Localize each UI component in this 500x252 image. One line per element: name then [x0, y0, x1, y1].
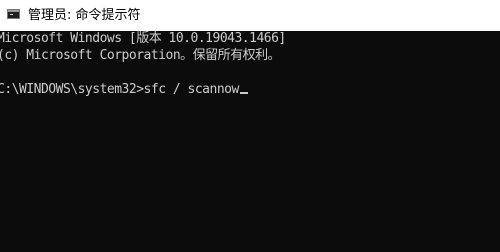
console-output[interactable]: Microsoft Windows [版本 10.0.19043.1466] (… — [0, 31, 500, 252]
window-title: 管理员: 命令提示符 — [28, 8, 141, 23]
console-prompt: C:\WINDOWS\system32> — [0, 82, 144, 97]
cmd-icon — [7, 9, 20, 19]
console-line-version: Microsoft Windows [版本 10.0.19043.1466] — [0, 31, 286, 46]
title-bar[interactable]: 管理员: 命令提示符 — [0, 0, 500, 31]
command-input[interactable]: sfc / scannow — [144, 82, 240, 97]
command-prompt-window: 管理员: 命令提示符 Microsoft Windows [版本 10.0.19… — [0, 0, 500, 252]
console-line-copyright: (c) Microsoft Corporation。保留所有权利。 — [0, 48, 281, 63]
text-cursor — [239, 92, 248, 94]
command-line[interactable]: C:\WINDOWS\system32>sfc / scannow — [0, 82, 248, 98]
